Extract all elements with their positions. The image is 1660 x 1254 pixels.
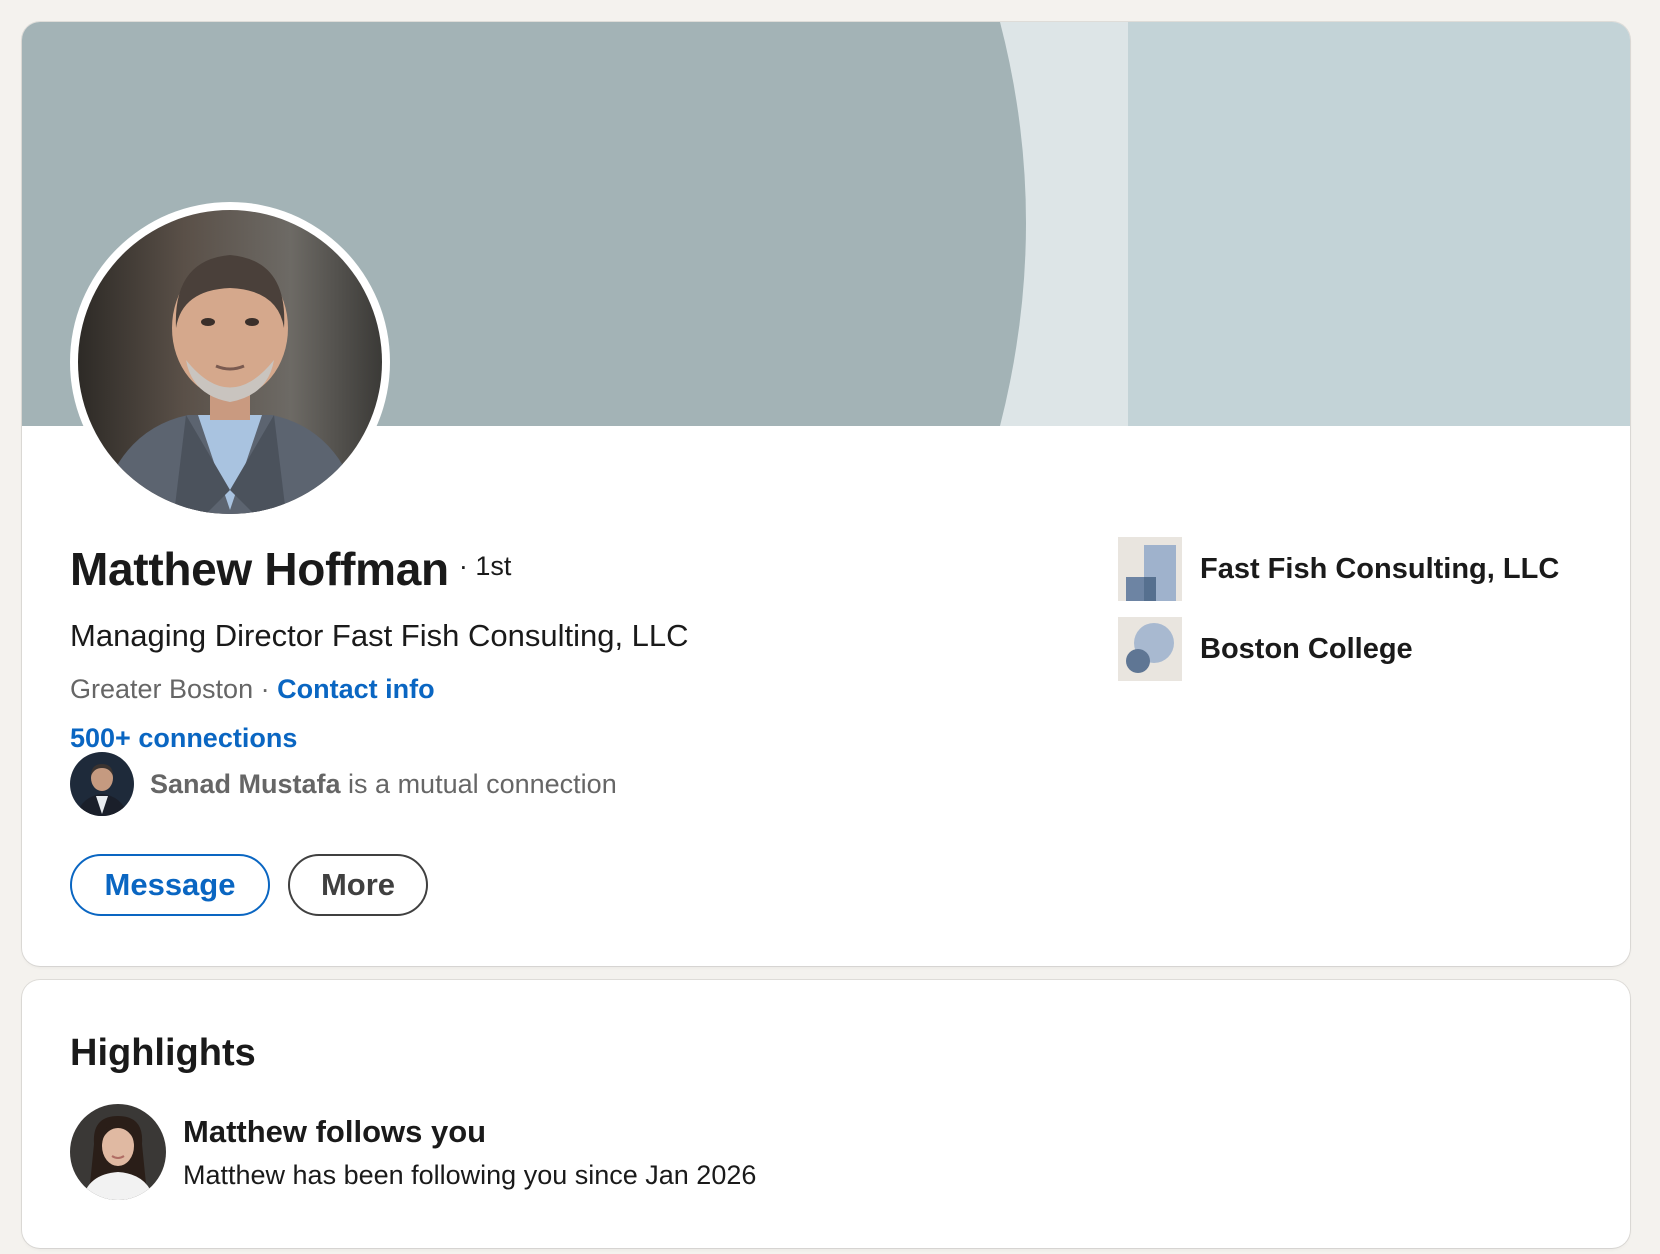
org-name-school: Boston College: [1200, 632, 1413, 665]
name-row: Matthew Hoffman · 1st: [70, 542, 511, 596]
org-name-company: Fast Fish Consulting, LLC: [1200, 552, 1560, 585]
highlight-avatar: [70, 1104, 166, 1200]
profile-headline: Managing Director Fast Fish Consulting, …: [70, 618, 689, 653]
contact-info-link[interactable]: Contact info: [277, 674, 434, 704]
profile-name: Matthew Hoffman: [70, 543, 449, 595]
org-item-current-company[interactable]: Fast Fish Consulting, LLC: [1118, 537, 1559, 601]
location-row: Greater Boston · Contact info: [70, 674, 435, 705]
mutual-connection-avatar[interactable]: [70, 752, 134, 816]
org-item-education[interactable]: Boston College: [1118, 617, 1559, 681]
mutual-connection-row[interactable]: Sanad Mustafa is a mutual connection: [70, 752, 617, 816]
highlight-detail: Matthew has been following you since Jan…: [183, 1159, 757, 1190]
organization-list: Fast Fish Consulting, LLC Boston College: [1118, 537, 1559, 697]
connections-link[interactable]: 500+ connections: [70, 723, 297, 754]
profile-photo[interactable]: [70, 202, 390, 522]
more-button[interactable]: More: [288, 854, 428, 916]
building-logo-icon: [1118, 537, 1182, 601]
connection-degree: · 1st: [458, 551, 512, 581]
profile-location: Greater Boston: [70, 674, 254, 704]
highlight-heading: Matthew follows you: [183, 1113, 487, 1149]
highlights-card: Highlights Matthew follows you Matthew h…: [22, 980, 1630, 1248]
highlights-title: Highlights: [70, 1032, 256, 1074]
highlight-text: Matthew follows you Matthew has been fol…: [183, 1114, 756, 1191]
profile-card: Matthew Hoffman · 1st Managing Director …: [22, 22, 1630, 966]
separator-dot: ·: [253, 674, 278, 704]
profile-actions: Message More: [70, 854, 428, 916]
profile-photo-image: [78, 210, 382, 514]
highlight-item-follows-you[interactable]: Matthew follows you Matthew has been fol…: [70, 1104, 756, 1200]
mutual-connection-text: Sanad Mustafa is a mutual connection: [150, 769, 617, 800]
mutual-connection-suffix: is a mutual connection: [340, 768, 617, 799]
mutual-connection-name[interactable]: Sanad Mustafa: [150, 769, 341, 799]
school-logo-icon: [1118, 617, 1182, 681]
message-button[interactable]: Message: [70, 854, 270, 916]
